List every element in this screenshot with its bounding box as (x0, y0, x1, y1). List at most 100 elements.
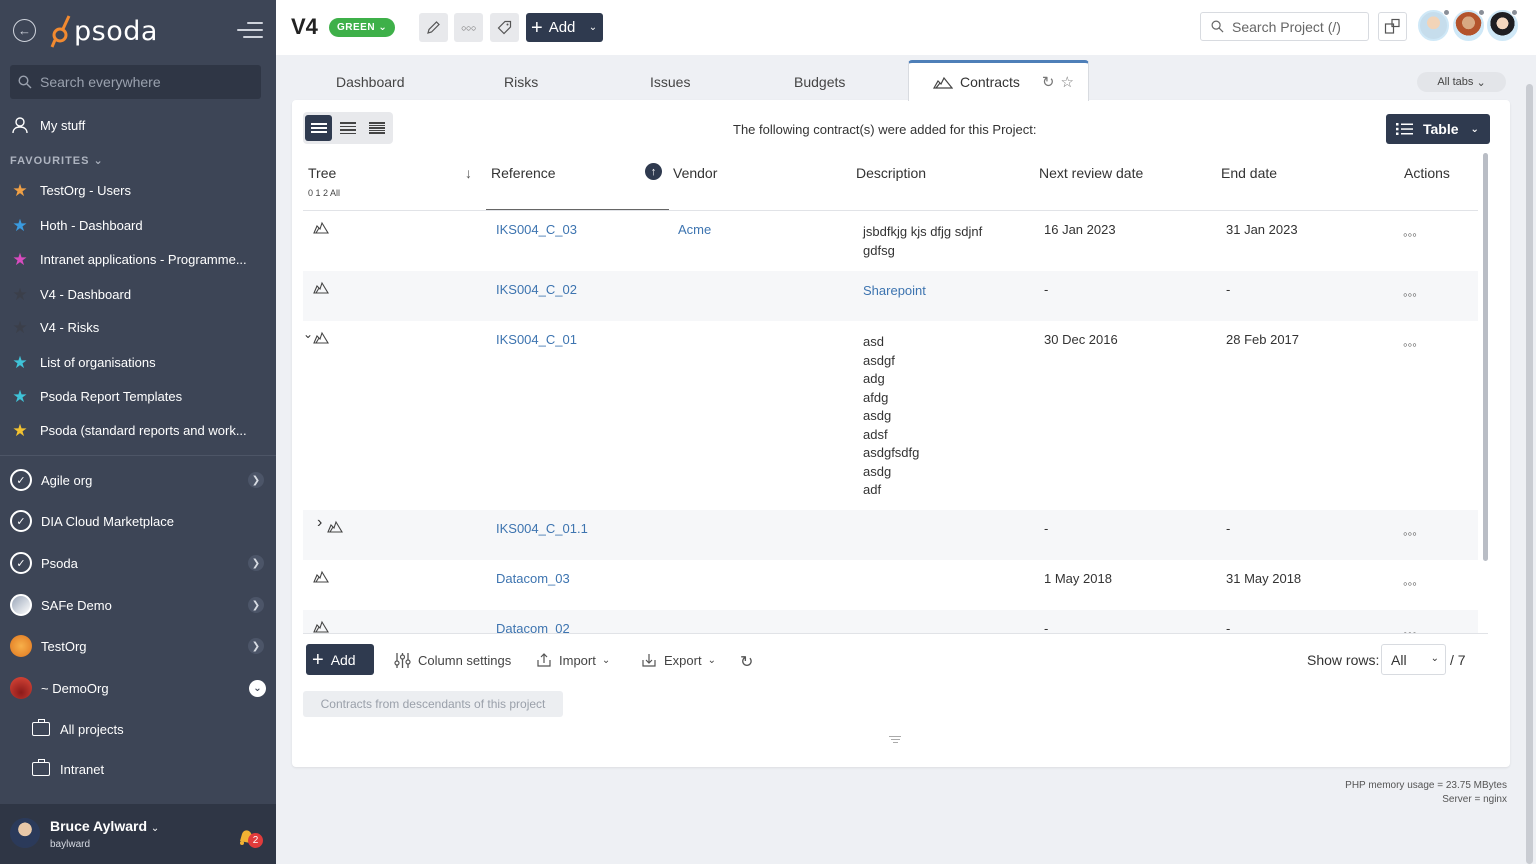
star-icon: ★ (12, 215, 28, 235)
sidebar-favourite-item[interactable]: ★ Psoda (standard reports and work... (0, 420, 276, 440)
sidebar-favourite-item[interactable]: ★ V4 - Dashboard (0, 284, 276, 304)
sidebar-favourite-item[interactable]: ★ V4 - Risks (0, 317, 276, 337)
sidebar-org-testorg[interactable]: TestOrg ❯ (0, 635, 276, 657)
contract-reference-link[interactable]: IKS004_C_03 (496, 221, 577, 240)
project-search-input[interactable] (1232, 18, 1362, 35)
chevron-down-icon[interactable]: ⌄ (249, 679, 266, 697)
page-scrollbar[interactable] (1526, 84, 1533, 864)
star-icon[interactable]: ☆ (1061, 73, 1074, 91)
contract-reference-link[interactable]: IKS004_C_01.1 (496, 520, 588, 539)
all-tabs-dropdown[interactable]: All tabs ⌄ (1417, 72, 1506, 92)
sidebar-favourite-item[interactable]: ★ Intranet applications - Programme... (0, 249, 276, 269)
sidebar-item-my-stuff[interactable]: My stuff (0, 115, 276, 135)
row-actions-icon[interactable]: ◦◦◦ (1403, 287, 1417, 302)
contract-reference-link[interactable]: Datacom_02 (496, 620, 570, 633)
show-rows-select[interactable]: All ⌄ (1381, 644, 1446, 675)
collapse-menu-icon[interactable] (237, 22, 263, 40)
description-line[interactable]: Sharepoint (863, 282, 926, 301)
table-row[interactable]: ⌄ IKS004_C_01 asd asdgf adg afdg asdg adsf asdgf… (303, 321, 1478, 510)
row-actions-icon[interactable]: ◦◦◦ (1403, 227, 1417, 242)
column-header-tree[interactable]: Tree (308, 165, 336, 181)
add-button[interactable]: + Add ⌄ (526, 13, 603, 42)
table-row[interactable]: IKS004_C_03 Acme jsbdfkjg kjs dfjg sdjnf gd… (303, 211, 1478, 271)
tab-dashboard[interactable]: Dashboard (336, 74, 405, 90)
favourites-header[interactable]: FAVOURITES ⌄ (10, 154, 104, 167)
chevron-right-icon[interactable]: ❯ (248, 472, 264, 488)
description-line: gdfsg (863, 242, 895, 258)
sidebar-favourite-item[interactable]: ★ List of organisations (0, 352, 276, 372)
refresh-icon[interactable]: ↻ (1042, 73, 1055, 91)
add-label: Add (330, 651, 356, 668)
presence-dot (1443, 9, 1450, 16)
descendants-contracts-button[interactable]: Contracts from descendants of this proje… (303, 691, 563, 717)
expand-chevron-right-icon[interactable]: › (317, 514, 322, 533)
row-actions-icon[interactable]: ◦◦◦ (1403, 626, 1417, 633)
chevron-right-icon[interactable]: ❯ (248, 638, 264, 654)
table-row[interactable]: Datacom_02 - - ◦◦◦ (303, 610, 1478, 633)
contract-reference-link[interactable]: Datacom_03 (496, 570, 570, 589)
sidebar-org-dia-cloud[interactable]: ✓ DIA Cloud Marketplace (0, 510, 276, 532)
table-scrollbar[interactable] (1483, 153, 1488, 561)
column-header-vendor[interactable]: Vendor (673, 165, 717, 181)
tab-risks[interactable]: Risks (504, 74, 538, 90)
psoda-logo[interactable]: psoda (50, 14, 158, 48)
contract-icon (313, 280, 329, 294)
chevron-right-icon[interactable]: ❯ (248, 597, 264, 613)
status-badge[interactable]: GREEN ⌄ (329, 18, 396, 37)
sidebar-item-intranet[interactable]: Intranet (0, 759, 276, 777)
back-arrow-icon[interactable]: ← (13, 19, 36, 42)
column-header-next-review-date[interactable]: Next review date (1039, 165, 1143, 181)
table-row[interactable]: IKS004_C_02 Sharepoint - - ◦◦◦ (303, 271, 1478, 321)
column-header-reference[interactable]: Reference (491, 165, 556, 181)
chevron-right-icon[interactable]: ❯ (248, 555, 264, 571)
chevron-down-icon[interactable]: ⌄ (583, 13, 603, 42)
view-dense-button[interactable] (363, 115, 390, 141)
contract-icon (313, 569, 329, 583)
edit-button[interactable] (419, 13, 448, 42)
tree-level-selector[interactable]: 0 1 2 All (308, 188, 340, 198)
tag-button[interactable] (490, 13, 519, 42)
description-cell[interactable]: Sharepoint (863, 282, 926, 301)
sidebar-item-all-projects[interactable]: All projects (0, 719, 276, 737)
add-contract-button[interactable]: + Add (306, 644, 374, 675)
row-actions-icon[interactable]: ◦◦◦ (1403, 576, 1417, 591)
view-normal-button[interactable] (305, 115, 332, 141)
more-options-button[interactable]: ○○○ (454, 13, 483, 42)
tab-budgets[interactable]: Budgets (794, 74, 845, 90)
table-row[interactable]: Datacom_03 1 May 2018 31 May 2018 ◦◦◦ (303, 560, 1478, 610)
resize-handle[interactable] (889, 736, 901, 745)
contract-reference-link[interactable]: IKS004_C_01 (496, 331, 577, 350)
user-profile[interactable]: Bruce Aylward ⌄ baylward (0, 804, 276, 864)
sidebar-favourite-item[interactable]: ★ TestOrg - Users (0, 180, 276, 200)
refresh-table-button[interactable]: ↻ (740, 652, 753, 672)
vendor-link[interactable]: Acme (678, 221, 711, 240)
contract-reference-link[interactable]: IKS004_C_02 (496, 281, 577, 300)
import-button[interactable]: Import ⌄ (536, 652, 610, 668)
switch-view-button[interactable] (1378, 12, 1407, 41)
expand-chevron-down-icon[interactable]: ⌄ (303, 325, 313, 344)
row-actions-icon[interactable]: ◦◦◦ (1403, 337, 1417, 352)
sidebar-favourite-item[interactable]: ★ Hoth - Dashboard (0, 215, 276, 235)
row-actions-icon[interactable]: ◦◦◦ (1403, 526, 1417, 541)
table-row[interactable]: › IKS004_C_01.1 - - ◦◦◦ (303, 510, 1478, 560)
column-header-end-date[interactable]: End date (1221, 165, 1277, 181)
view-mode-dropdown[interactable]: Table ⌄ (1386, 114, 1490, 144)
sidebar-org-agile-org[interactable]: ✓ Agile org ❯ (0, 469, 276, 491)
sort-up-icon[interactable]: ↑ (645, 163, 662, 180)
tab-contracts[interactable]: Contracts ↻ ☆ (908, 60, 1089, 101)
sidebar-org-safe-demo[interactable]: SAFe Demo ❯ (0, 594, 276, 616)
export-button[interactable]: Export ⌄ (641, 652, 716, 668)
sort-down-icon[interactable]: ↓ (465, 165, 472, 181)
sidebar-org-demoorg[interactable]: ~ DemoOrg ⌄ (0, 677, 276, 699)
column-header-description[interactable]: Description (856, 165, 926, 181)
column-settings-button[interactable]: Column settings (394, 652, 511, 669)
description-line: jsbdfkjg kjs dfjg sdjnf (863, 224, 983, 239)
global-search[interactable] (10, 65, 261, 99)
sidebar-favourite-item[interactable]: ★ Psoda Report Templates (0, 386, 276, 406)
project-search[interactable] (1200, 12, 1369, 41)
view-compact-button[interactable] (334, 115, 361, 141)
global-search-input[interactable] (40, 74, 250, 90)
tab-issues[interactable]: Issues (650, 74, 690, 90)
org-label: TestOrg (41, 638, 87, 654)
sidebar-org-psoda[interactable]: ✓ Psoda ❯ (0, 552, 276, 574)
